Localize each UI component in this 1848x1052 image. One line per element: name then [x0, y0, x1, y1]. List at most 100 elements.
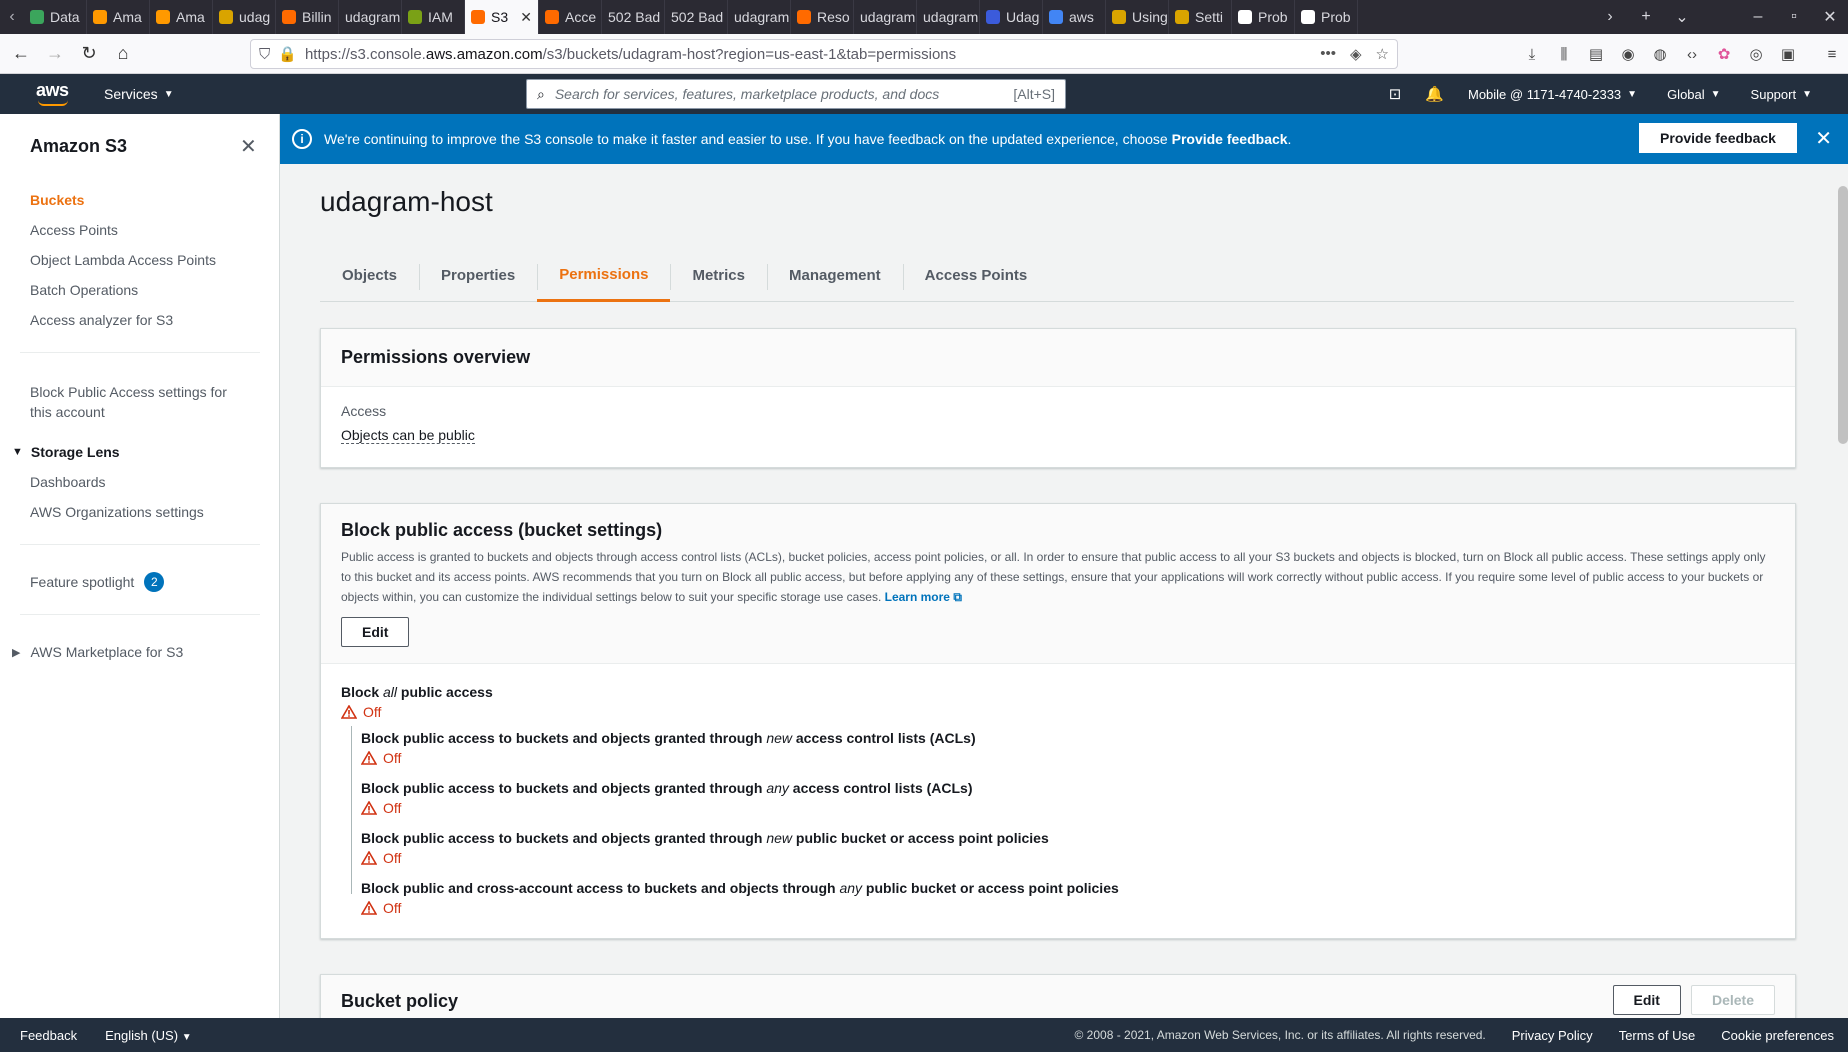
- sidebar-section-storage-lens[interactable]: ▼ Storage Lens: [12, 444, 120, 460]
- block-all-setting: Block all public access Off: [341, 684, 493, 720]
- aws-nav-right: ⊡ 🔔 Mobile @ 1171-4740-2333 ▼ Global ▼ S…: [1389, 74, 1848, 114]
- caret-down-icon: ▼: [1627, 88, 1638, 100]
- color-picker-icon[interactable]: ✿: [1708, 45, 1740, 63]
- caret-down-icon: ▼: [181, 1031, 192, 1043]
- footer-feedback-link[interactable]: Feedback: [20, 1028, 77, 1043]
- tab-label: udagram: [734, 9, 790, 25]
- card-title: Bucket policy: [341, 991, 459, 1011]
- restore-icon[interactable]: ▫: [1776, 8, 1812, 26]
- status-text: Off: [383, 800, 402, 816]
- sidebar-divider: [20, 544, 260, 545]
- browser-tab[interactable]: IAM: [402, 0, 465, 34]
- tab-close-icon[interactable]: ✕: [520, 9, 532, 26]
- extension-icon[interactable]: ◎: [1740, 45, 1772, 63]
- page-actions-icon[interactable]: •••: [1320, 45, 1336, 63]
- browser-tab[interactable]: udagram: [854, 0, 917, 34]
- browser-tab[interactable]: udagram: [339, 0, 402, 34]
- bookmark-star-icon[interactable]: ☆: [1376, 45, 1389, 63]
- globe-icon[interactable]: ◍: [1644, 45, 1676, 63]
- page-scrollbar[interactable]: [1838, 186, 1848, 444]
- reload-icon[interactable]: ↻: [72, 37, 106, 71]
- browser-tab[interactable]: S3 ✕: [465, 0, 539, 34]
- forward-icon[interactable]: →: [38, 37, 72, 71]
- aws-search-input[interactable]: ⌕ Search for services, features, marketp…: [526, 79, 1066, 109]
- tab-metrics[interactable]: Metrics: [670, 250, 767, 302]
- region-label: Global: [1667, 86, 1705, 102]
- browser-tab[interactable]: Using: [1106, 0, 1169, 34]
- banner-close-icon[interactable]: ✕: [1815, 126, 1832, 151]
- tab-label: 502 Bad: [671, 9, 724, 25]
- browser-tab[interactable]: udagram: [917, 0, 980, 34]
- tab-permissions[interactable]: Permissions: [537, 250, 671, 302]
- new-tab-icon[interactable]: +: [1628, 8, 1664, 26]
- privacy-policy-link[interactable]: Privacy Policy: [1512, 1028, 1593, 1043]
- downloads-icon[interactable]: ⤓: [1516, 46, 1548, 63]
- language-selector[interactable]: English (US) ▼: [105, 1028, 192, 1043]
- provide-feedback-button[interactable]: Provide feedback: [1639, 123, 1797, 153]
- tab-scroll-right-icon[interactable]: ›: [1592, 8, 1628, 26]
- delete-policy-button[interactable]: Delete: [1690, 985, 1775, 1015]
- sidebar-item-org-settings[interactable]: AWS Organizations settings: [30, 504, 204, 520]
- cloudshell-icon[interactable]: ⊡: [1389, 85, 1402, 103]
- browser-tab[interactable]: Billin: [276, 0, 339, 34]
- sidebar-item-access-analyzer[interactable]: Access analyzer for S3: [30, 312, 173, 328]
- home-icon[interactable]: ⌂: [106, 37, 140, 71]
- tab-label: aws: [1069, 9, 1094, 25]
- edit-policy-button[interactable]: Edit: [1612, 985, 1681, 1015]
- sidebar-item-batch-operations[interactable]: Batch Operations: [30, 282, 138, 298]
- dev-tools-icon[interactable]: ‹›: [1676, 46, 1708, 63]
- pocket-icon[interactable]: ◈: [1350, 45, 1362, 63]
- access-value[interactable]: Objects can be public: [341, 427, 475, 444]
- browser-tab[interactable]: Ama: [150, 0, 213, 34]
- sidebar-item-object-lambda[interactable]: Object Lambda Access Points: [30, 252, 216, 268]
- back-icon[interactable]: ←: [4, 37, 38, 71]
- minimize-icon[interactable]: –: [1740, 8, 1776, 26]
- terms-of-use-link[interactable]: Terms of Use: [1619, 1028, 1696, 1043]
- menu-icon[interactable]: ≡: [1816, 46, 1848, 63]
- services-menu[interactable]: Services ▼: [104, 86, 174, 102]
- browser-tab[interactable]: Setti: [1169, 0, 1232, 34]
- tab-list-icon[interactable]: ⌄: [1664, 7, 1700, 27]
- browser-tab[interactable]: Udag: [980, 0, 1043, 34]
- tab-access-points[interactable]: Access Points: [902, 250, 1050, 302]
- account-menu[interactable]: Mobile @ 1171-4740-2333 ▼: [1468, 87, 1637, 102]
- browser-tab[interactable]: 502 Bad: [602, 0, 665, 34]
- tab-management[interactable]: Management: [766, 250, 903, 302]
- cookie-preferences-link[interactable]: Cookie preferences: [1721, 1028, 1834, 1043]
- library-icon[interactable]: ⫼: [1548, 46, 1580, 63]
- browser-tab[interactable]: Data: [24, 0, 87, 34]
- sidebar-item-feature-spotlight[interactable]: Feature spotlight 2: [30, 572, 165, 592]
- browser-tab[interactable]: Prob: [1295, 0, 1358, 34]
- tab-properties[interactable]: Properties: [419, 250, 537, 302]
- browser-tab[interactable]: udagram: [728, 0, 791, 34]
- edit-block-public-button[interactable]: Edit: [341, 617, 410, 647]
- sidebar-item-marketplace[interactable]: ▶ AWS Marketplace for S3: [12, 644, 183, 660]
- sidebar-item-access-points[interactable]: Access Points: [30, 222, 118, 238]
- account-icon[interactable]: ◉: [1612, 45, 1644, 63]
- warning-icon: [341, 705, 357, 719]
- url-bar[interactable]: ⛉ 🔒 https://s3.console. aws.amazon.com/s3…: [250, 39, 1398, 69]
- sidebar-toggle-icon[interactable]: ▤: [1580, 45, 1612, 63]
- browser-tab[interactable]: Acce: [539, 0, 602, 34]
- notifications-bell-icon[interactable]: 🔔: [1425, 85, 1444, 103]
- tab-label: Udag: [1006, 9, 1040, 25]
- browser-tab[interactable]: aws: [1043, 0, 1106, 34]
- browser-tab[interactable]: Reso: [791, 0, 854, 34]
- learn-more-link[interactable]: Learn more ⧉: [885, 590, 962, 604]
- browser-tab[interactable]: 502 Bad: [665, 0, 728, 34]
- sidebar-item-block-public-access[interactable]: Block Public Access settings for this ac…: [30, 382, 227, 422]
- sidebar-item-buckets[interactable]: Buckets: [30, 192, 84, 208]
- aws-logo[interactable]: aws: [36, 81, 70, 107]
- tab-scroll-left-icon[interactable]: ‹: [0, 0, 24, 34]
- shield-icon[interactable]: ⛉: [259, 46, 270, 63]
- browser-tab[interactable]: Ama: [87, 0, 150, 34]
- sidebar-close-icon[interactable]: ✕: [240, 134, 257, 159]
- browser-tab[interactable]: Prob: [1232, 0, 1295, 34]
- screenshot-icon[interactable]: ▣: [1772, 45, 1804, 63]
- window-close-icon[interactable]: ✕: [1812, 7, 1848, 27]
- region-menu[interactable]: Global ▼: [1667, 87, 1720, 102]
- tab-objects[interactable]: Objects: [320, 250, 419, 302]
- support-menu[interactable]: Support ▼: [1751, 87, 1812, 102]
- browser-tab[interactable]: udag: [213, 0, 276, 34]
- sidebar-item-dashboards[interactable]: Dashboards: [30, 474, 106, 490]
